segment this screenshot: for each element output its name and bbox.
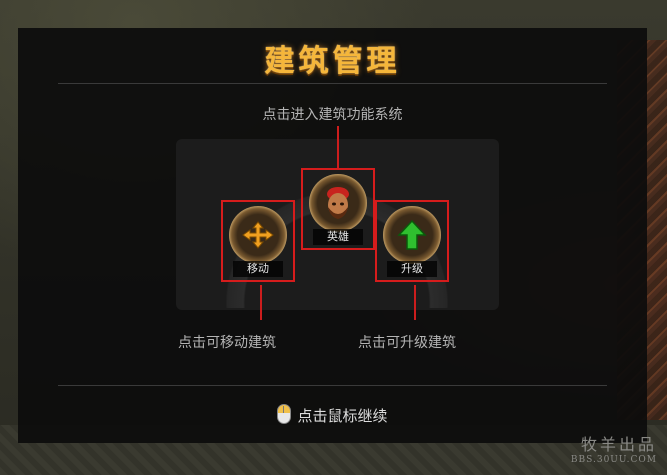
hero-portrait-icon bbox=[309, 174, 367, 232]
dialog-title: 建筑管理 bbox=[264, 44, 401, 79]
watermark: 牧羊出品 BBS.30UU.COM bbox=[571, 431, 657, 465]
pointer-line-upgrade bbox=[414, 285, 416, 320]
caption-enter-building: 点击进入建筑功能系统 bbox=[262, 107, 403, 123]
caption-upgrade-building: 点击可升级建筑 bbox=[358, 335, 456, 351]
move-button[interactable]: 移动 bbox=[221, 200, 295, 282]
mouse-icon bbox=[277, 404, 292, 424]
continue-prompt[interactable]: 点击鼠标继续 bbox=[18, 404, 647, 426]
watermark-line1: 牧羊出品 bbox=[580, 435, 657, 454]
upgrade-button-label: 升级 bbox=[387, 261, 437, 277]
hero-button[interactable]: 英雄 bbox=[301, 168, 375, 250]
building-management-dialog[interactable]: 建筑管理 点击进入建筑功能系统 移动 英雄 升级 点击可移动建筑 点击可升级建筑… bbox=[18, 28, 647, 443]
caption-move-building: 点击可移动建筑 bbox=[178, 335, 276, 351]
pointer-line-hero bbox=[337, 126, 339, 168]
move-cross-icon bbox=[229, 206, 287, 264]
divider-top bbox=[58, 83, 607, 84]
continue-text: 点击鼠标继续 bbox=[297, 407, 388, 425]
pointer-line-move bbox=[260, 285, 262, 320]
upgrade-arrow-icon bbox=[383, 206, 441, 264]
hero-button-label: 英雄 bbox=[313, 229, 363, 245]
upgrade-button[interactable]: 升级 bbox=[375, 200, 449, 282]
move-button-label: 移动 bbox=[233, 261, 283, 277]
divider-bottom bbox=[58, 385, 607, 386]
watermark-line2: BBS.30UU.COM bbox=[570, 455, 657, 465]
